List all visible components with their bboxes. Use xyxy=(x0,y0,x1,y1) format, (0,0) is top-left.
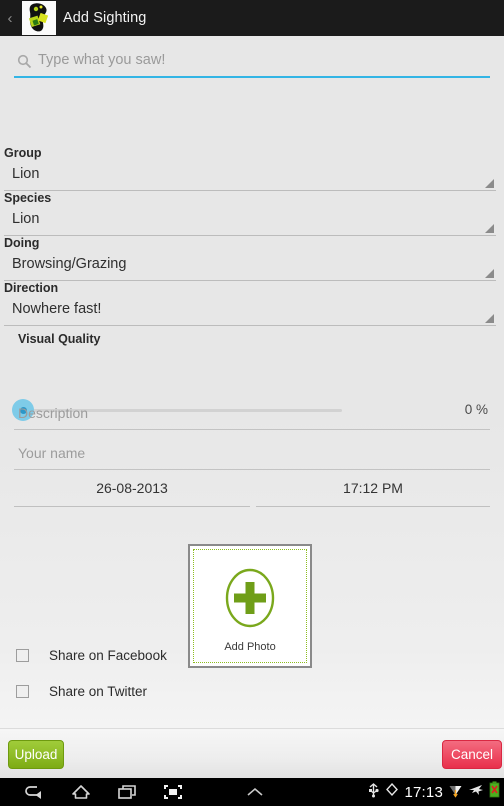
add-photo-label: Add Photo xyxy=(224,640,276,653)
back-arrow-icon[interactable] xyxy=(24,782,46,802)
page-title: Add Sighting xyxy=(63,10,147,26)
gps-diamond-icon xyxy=(385,782,399,802)
spinner-doing[interactable]: Browsing/Grazing xyxy=(4,254,496,281)
spinner-direction-value: Nowhere fast! xyxy=(12,301,102,317)
add-photo-inner: Add Photo xyxy=(193,549,307,663)
time-value: 17:12 PM xyxy=(343,480,403,496)
status-clock: 17:13 xyxy=(404,783,443,801)
screenshot-icon[interactable] xyxy=(162,782,184,802)
label-doing: Doing xyxy=(4,236,40,250)
label-direction: Direction xyxy=(4,281,59,295)
spinner-group-value: Lion xyxy=(12,166,40,182)
action-button-bar: Upload Cancel xyxy=(0,728,504,779)
spinner-arrow-icon xyxy=(485,179,494,188)
checkbox-twitter-label: Share on Twitter xyxy=(49,684,148,699)
recent-apps-icon[interactable] xyxy=(116,782,138,802)
cancel-button[interactable]: Cancel xyxy=(442,740,502,769)
label-group: Group xyxy=(4,146,42,160)
add-photo-button[interactable]: Add Photo xyxy=(188,544,312,668)
description-placeholder: Description xyxy=(18,405,89,421)
checkbox-facebook[interactable] xyxy=(16,649,29,662)
android-navigation-bar: 17:13 xyxy=(0,778,504,806)
spinner-arrow-icon xyxy=(485,224,494,233)
checkbox-row-twitter[interactable]: Share on Twitter xyxy=(16,684,147,699)
spinner-group[interactable]: Lion xyxy=(4,164,496,191)
your-name-input[interactable]: Your name xyxy=(14,442,490,470)
chevron-up-icon[interactable] xyxy=(244,782,266,802)
checkbox-facebook-label: Share on Facebook xyxy=(49,648,167,663)
description-input[interactable]: Description xyxy=(14,402,490,430)
search-field[interactable]: Type what you saw! xyxy=(14,48,490,78)
time-field[interactable]: 17:12 PM xyxy=(256,480,490,507)
usb-icon xyxy=(367,782,380,803)
search-underline xyxy=(14,76,490,78)
spinner-arrow-icon xyxy=(485,314,494,323)
home-icon[interactable] xyxy=(70,782,92,802)
checkbox-twitter[interactable] xyxy=(16,685,29,698)
spinner-doing-value: Browsing/Grazing xyxy=(12,256,127,272)
checkbox-row-facebook[interactable]: Share on Facebook xyxy=(16,648,167,663)
date-field[interactable]: 26-08-2013 xyxy=(14,480,250,507)
airplane-mode-icon xyxy=(468,782,484,802)
search-placeholder: Type what you saw! xyxy=(38,52,166,68)
app-icon xyxy=(22,1,56,35)
label-visual-quality: Visual Quality xyxy=(18,332,101,346)
your-name-placeholder: Your name xyxy=(18,445,86,461)
spinner-species[interactable]: Lion xyxy=(4,209,496,236)
date-value: 26-08-2013 xyxy=(96,480,168,496)
form-content: Type what you saw! Group Lion Species Li… xyxy=(0,36,504,728)
spinner-direction[interactable]: Nowhere fast! xyxy=(4,299,496,326)
plus-in-ellipse-icon xyxy=(222,566,278,635)
title-bar: ‹ Add Sighting xyxy=(0,0,504,36)
status-icons: 17:13 xyxy=(367,778,500,806)
spinner-arrow-icon xyxy=(485,269,494,278)
app-screen: ‹ Add Sighting Type what you saw! Group … xyxy=(0,0,504,806)
search-icon xyxy=(17,54,32,69)
wifi-icon xyxy=(448,782,463,803)
battery-error-icon xyxy=(489,781,500,803)
back-chevron-icon[interactable]: ‹ xyxy=(3,11,17,26)
upload-button[interactable]: Upload xyxy=(8,740,64,769)
spinner-species-value: Lion xyxy=(12,211,40,227)
label-species: Species xyxy=(4,191,52,205)
